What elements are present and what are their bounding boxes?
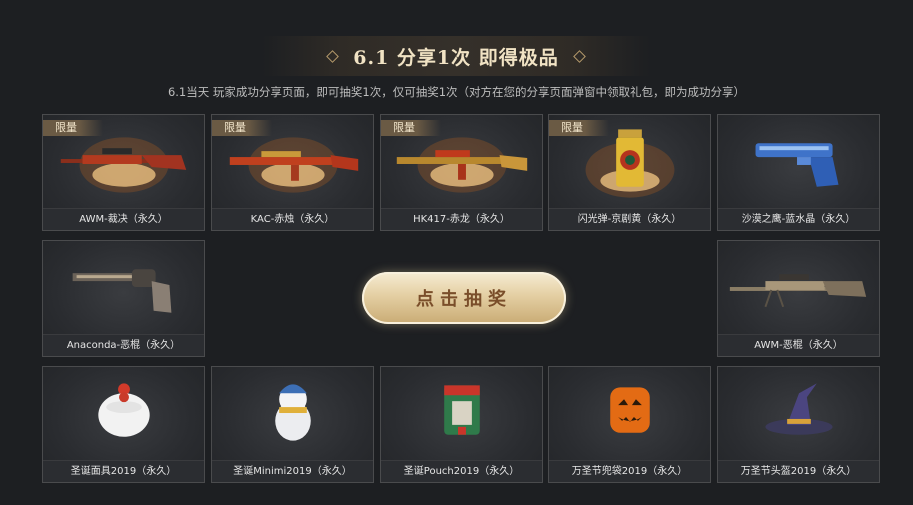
prize-label: AWM-裁决（永久） <box>43 208 204 230</box>
rules-text: 6.1当天 玩家成功分享页面，即可抽奖1次，仅可抽奖1次（对方在您的分享页面弹窗… <box>167 85 746 99</box>
prize-card: 沙漠之鹰-蓝水晶（永久） <box>717 114 880 231</box>
prize-label: KAC-赤烛（永久） <box>212 208 373 230</box>
prize-card: 限量 AWM-裁决（永久） <box>42 114 205 231</box>
limited-badge: 限量 <box>549 120 609 136</box>
prize-label: 圣诞Minimi2019（永久） <box>212 460 373 482</box>
prize-label: 万圣节兜袋2019（永久） <box>549 460 710 482</box>
prize-card: 圣诞Minimi2019（永久） <box>211 366 374 483</box>
prize-label: 圣诞面具2019（永久） <box>43 460 204 482</box>
prize-card: 限量 闪光弹-京剧黄（永久） <box>548 114 711 231</box>
prize-card: 圣诞Pouch2019（永久） <box>380 366 543 483</box>
witch-hat-icon <box>765 383 833 435</box>
prize-label: 沙漠之鹰-蓝水晶（永久） <box>718 208 879 230</box>
santa-mask-icon <box>98 383 150 437</box>
prize-label: 闪光弹-京剧黄（永久） <box>549 208 710 230</box>
title-banner: 6.1 分享1次 即得极品 <box>262 36 650 76</box>
prize-label: AWM-恶棍（永久） <box>718 334 879 356</box>
prize-card: 万圣节兜袋2019（永久） <box>548 366 711 483</box>
diamond-ornament-icon <box>572 49 586 63</box>
prize-card: AWM-恶棍（永久） <box>717 240 880 357</box>
prize-card: 圣诞面具2019（永久） <box>42 366 205 483</box>
prize-card: 限量 HK417-赤龙（永久） <box>380 114 543 231</box>
snowman-icon <box>275 384 311 441</box>
pistol-blue-crystal-icon <box>755 143 839 187</box>
revolver-icon <box>72 269 172 313</box>
prize-card: Anaconda-恶棍（永久） <box>42 240 205 357</box>
prize-label: 万圣节头盔2019（永久） <box>718 460 879 482</box>
pumpkin-bag-icon <box>610 387 650 433</box>
draw-button[interactable]: 点击抽奖 <box>362 272 566 324</box>
pouch-icon <box>444 385 480 435</box>
diamond-ornament-icon <box>326 49 340 63</box>
prize-label: Anaconda-恶棍（永久） <box>43 334 204 356</box>
page-title: 6.1 分享1次 即得极品 <box>353 46 559 69</box>
limited-badge: 限量 <box>381 120 441 136</box>
prize-label: HK417-赤龙（永久） <box>381 208 542 230</box>
sniper-rifle-icon <box>729 274 867 308</box>
limited-badge: 限量 <box>212 120 272 136</box>
prize-card: 万圣节头盔2019（永久） <box>717 366 880 483</box>
limited-badge: 限量 <box>43 120 103 136</box>
prize-card: 限量 KAC-赤烛（永久） <box>211 114 374 231</box>
prize-label: 圣诞Pouch2019（永久） <box>381 460 542 482</box>
